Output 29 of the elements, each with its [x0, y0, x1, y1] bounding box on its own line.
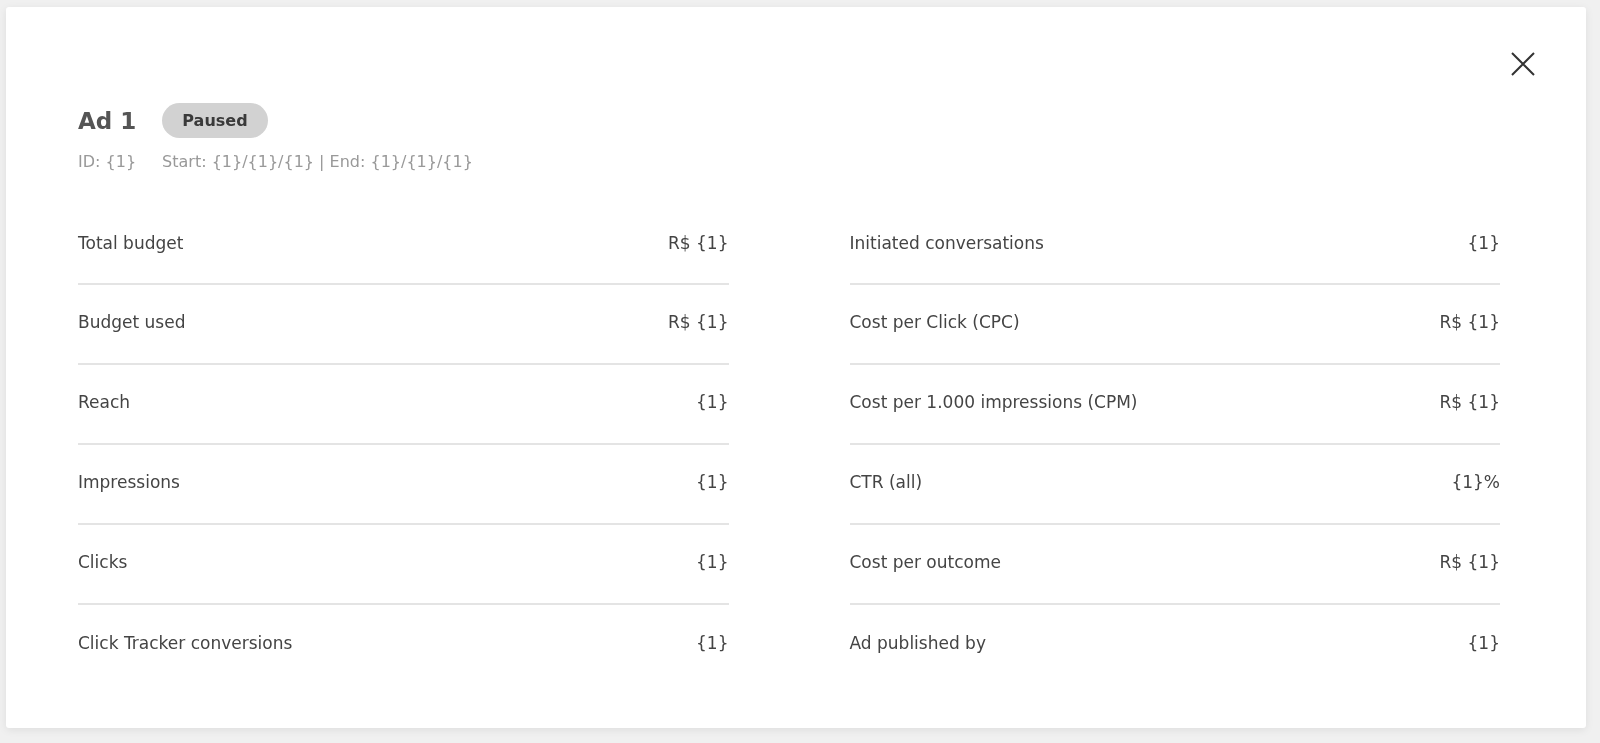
metric-value: R$ {1}	[668, 312, 729, 332]
ad-title: Ad 1	[78, 107, 137, 134]
close-icon[interactable]	[1510, 51, 1536, 77]
metric-label: Impressions	[78, 472, 180, 492]
metric-value: {1}	[696, 552, 729, 572]
metric-value: R$ {1}	[1439, 552, 1500, 572]
metric-value: {1}	[696, 392, 729, 412]
metric-label: Ad published by	[849, 633, 986, 653]
metric-label: Clicks	[78, 552, 128, 572]
metric-value: {1}	[1467, 233, 1500, 253]
metric-value: R$ {1}	[1439, 312, 1500, 332]
metric-value: R$ {1}	[1439, 392, 1500, 412]
ad-id: ID: {1}	[78, 152, 137, 171]
metric-label: Budget used	[78, 312, 186, 332]
metric-label: Reach	[78, 392, 131, 412]
metric-label: Total budget	[78, 233, 184, 253]
metric-label: Cost per Click (CPC)	[849, 312, 1020, 332]
metric-label: Cost per outcome	[849, 552, 1001, 572]
metric-value: {1}	[696, 633, 729, 653]
ad-dates: Start: {1}/{1}/{1} | End: {1}/{1}/{1}	[162, 152, 473, 171]
metric-label: CTR (all)	[849, 472, 923, 492]
metric-label: Click Tracker conversions	[78, 633, 293, 653]
status-badge: Paused	[162, 103, 268, 138]
metric-value: {1}%	[1451, 472, 1500, 492]
metric-value: {1}	[696, 472, 729, 492]
metric-label: Initiated conversations	[849, 233, 1044, 253]
metric-value: {1}	[1467, 633, 1500, 653]
metric-value: R$ {1}	[668, 233, 729, 253]
metric-label: Cost per 1.000 impressions (CPM)	[849, 392, 1138, 412]
